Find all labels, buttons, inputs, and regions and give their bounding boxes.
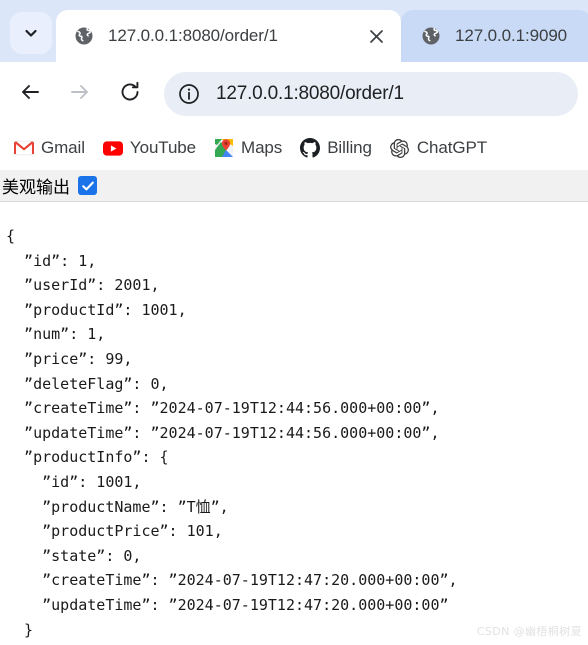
browser-tab-active[interactable]: 127.0.0.1:8080/order/1 — [56, 10, 401, 62]
bookmark-label: Gmail — [41, 138, 85, 157]
browser-tab-inactive[interactable]: 127.0.0.1:9090 — [401, 10, 588, 62]
site-info-icon[interactable] — [172, 77, 206, 111]
globe-icon — [421, 26, 441, 46]
reload-icon — [118, 80, 142, 109]
tab-title: 127.0.0.1:9090 — [455, 26, 568, 45]
bookmarks-bar: Gmail YouTube Maps Billing ChatGPT — [0, 126, 588, 170]
chevron-down-icon — [23, 25, 39, 41]
gmail-icon — [14, 138, 34, 158]
pretty-print-checkbox[interactable] — [78, 176, 97, 195]
csdn-watermark: CSDN @幽梧桐树夏 — [476, 625, 582, 638]
address-bar[interactable]: 127.0.0.1:8080/order/1 — [164, 72, 578, 116]
bookmark-gmail[interactable]: Gmail — [8, 133, 91, 163]
youtube-icon — [102, 138, 123, 158]
globe-icon — [74, 26, 94, 46]
json-viewer-toolbar: 美观输出 — [0, 170, 588, 202]
bookmark-youtube[interactable]: YouTube — [97, 133, 202, 163]
bookmark-chatgpt[interactable]: ChatGPT — [384, 133, 493, 163]
bookmark-label: Billing — [327, 138, 372, 157]
tab-title: 127.0.0.1:8080/order/1 — [108, 26, 278, 45]
json-response-body: { ”id”: 1, ”userId”: 2001, ”productId”: … — [6, 227, 458, 639]
arrow-right-icon — [68, 80, 92, 109]
forward-button[interactable] — [60, 74, 100, 114]
address-bar-url: 127.0.0.1:8080/order/1 — [216, 83, 404, 104]
close-icon[interactable] — [363, 23, 389, 49]
pretty-print-label: 美观输出 — [2, 178, 70, 198]
google-maps-icon — [214, 138, 234, 158]
bookmark-label: ChatGPT — [416, 138, 487, 157]
reload-button[interactable] — [110, 74, 150, 114]
bookmark-label: YouTube — [129, 138, 197, 157]
browser-toolbar: 127.0.0.1:8080/order/1 — [0, 62, 588, 126]
bookmark-billing[interactable]: Billing — [294, 133, 378, 163]
github-icon — [300, 138, 321, 158]
tab-list-button[interactable] — [10, 12, 52, 54]
arrow-left-icon — [18, 80, 42, 109]
back-button[interactable] — [10, 74, 50, 114]
browser-tab-strip: 127.0.0.1:8080/order/1 127.0.0.1:9090 — [0, 0, 588, 62]
bookmark-maps[interactable]: Maps — [208, 133, 288, 163]
bookmark-label: Maps — [241, 138, 283, 157]
check-icon — [81, 181, 94, 190]
page-content: 美观输出 { ”id”: 1, ”userId”: 2001, ”product… — [0, 170, 588, 645]
chatgpt-icon — [390, 138, 410, 158]
